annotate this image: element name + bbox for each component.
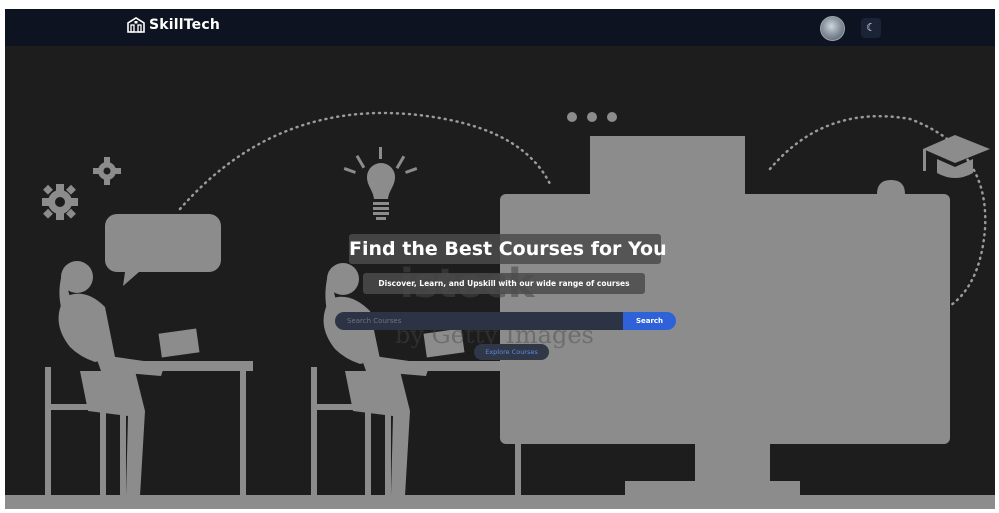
user-avatar[interactable]: [820, 16, 845, 41]
floor-strip: [5, 495, 995, 509]
hero-title: Find the Best Courses for You: [349, 234, 667, 264]
search-button[interactable]: Search: [623, 312, 676, 330]
gear-small-icon: [93, 157, 121, 185]
monitor-illustration: [500, 112, 950, 495]
dotted-arc-left: [178, 111, 552, 211]
brand-name: SkillTech: [149, 17, 221, 33]
explore-courses-button[interactable]: Explore Courses: [474, 344, 549, 360]
moon-icon: ☾: [866, 21, 876, 34]
navbar: SkillTech ☾: [5, 9, 995, 46]
head-peek-illustration: [877, 180, 905, 194]
graduation-cap-icon: [923, 135, 990, 178]
brand-logo[interactable]: SkillTech: [127, 17, 220, 33]
page: SkillTech ☾ by Getty Images Find the Bes…: [5, 9, 995, 509]
gear-large-icon: [42, 184, 78, 220]
search-bar: Search: [335, 312, 676, 330]
speech-bubble-icon: [105, 214, 221, 286]
theme-toggle-button[interactable]: ☾: [861, 18, 881, 38]
hero-subtitle: Discover, Learn, and Upskill with our wi…: [363, 273, 645, 294]
person-middle-illustration: [311, 263, 527, 496]
search-input[interactable]: [335, 312, 623, 330]
building-icon: [127, 17, 145, 33]
person-left-illustration: [45, 261, 253, 496]
lightbulb-icon: [343, 147, 418, 220]
